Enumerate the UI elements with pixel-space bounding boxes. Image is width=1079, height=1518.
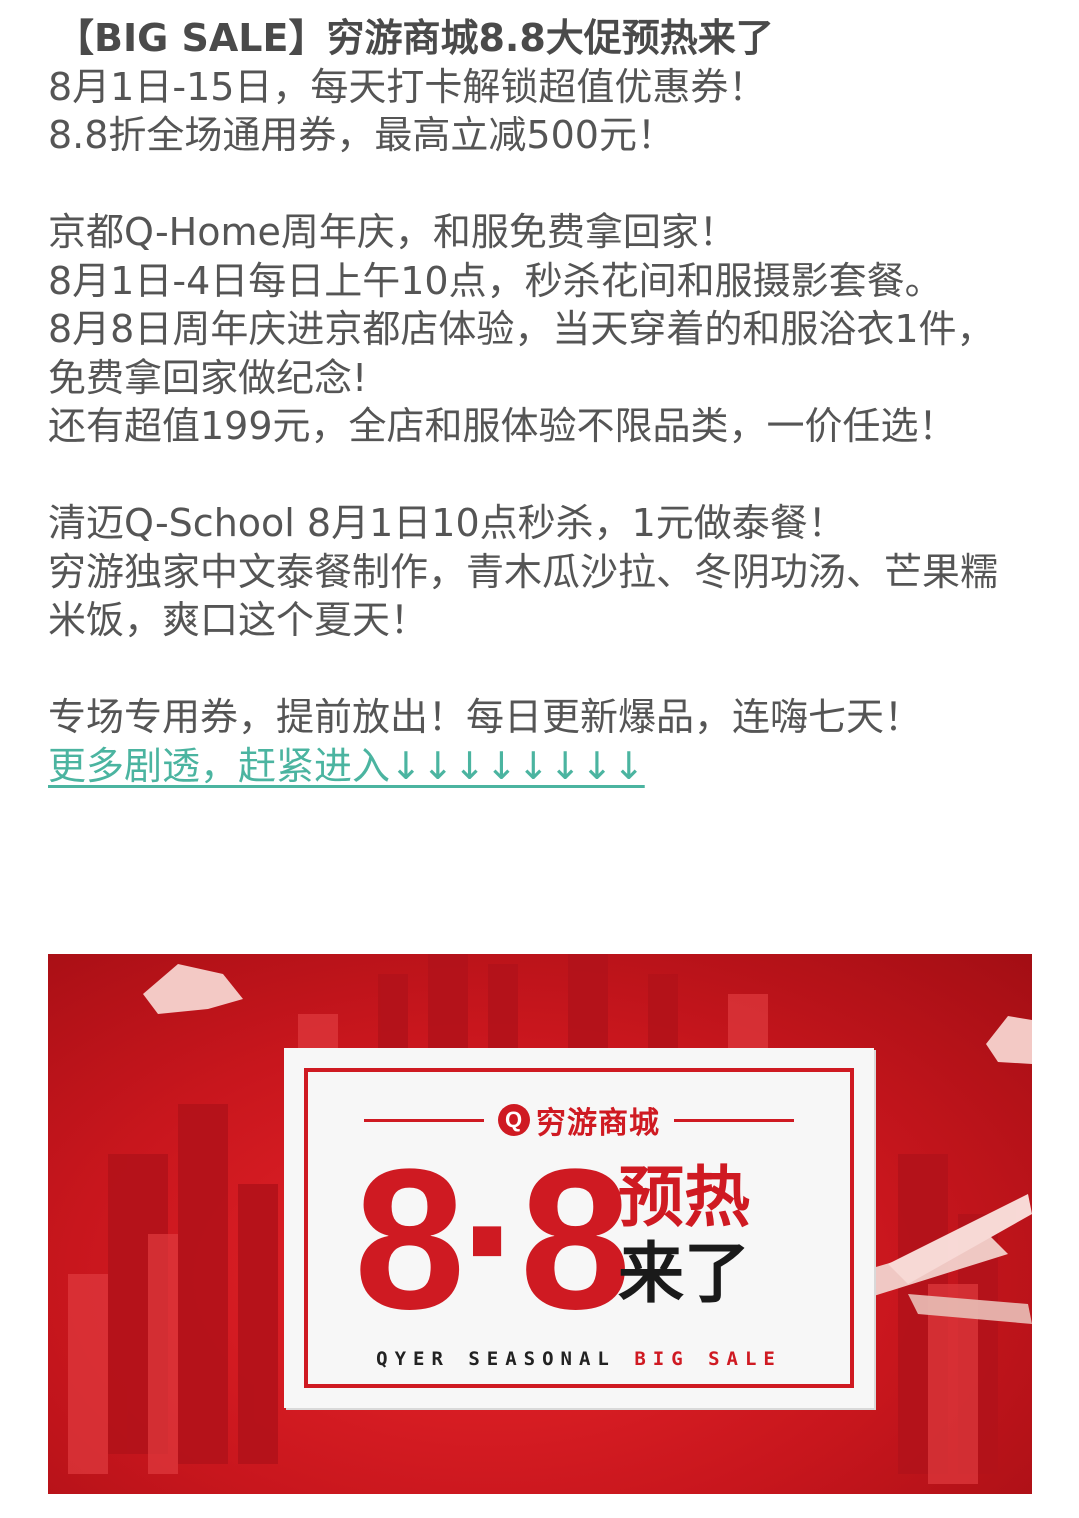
chiangmai-line-1: 清迈Q-School 8月1日10点秒杀，1元做泰餐！ (48, 501, 846, 545)
intro-line-2: 8.8折全场通用券，最高立减500元！ (48, 113, 675, 157)
kyoto-line-2: 8月1日-4日每日上午10点，秒杀花间和服摄影套餐。 (48, 258, 943, 303)
article-body: 【BIG SALE】穷游商城8.8大促预热来了 8月1日-15日，每天打卡解锁超… (48, 14, 1038, 790)
tagline-dark: QYER SEASONAL (376, 1348, 616, 1370)
intro-line-1: 8月1日-15日，每天打卡解锁超值优惠券！ (48, 64, 767, 109)
cloud-right (986, 1016, 1032, 1064)
divider (674, 1118, 794, 1122)
divider (364, 1118, 484, 1122)
more-spoilers-link[interactable]: 更多剧透，赶紧进入↓↓↓↓↓↓↓↓ (48, 742, 645, 791)
article-title: 【BIG SALE】穷游商城8.8大促预热来了 (56, 16, 774, 60)
promo-card: Q 穷游商城 8·8 预热 来了 QYER SEASONAL BIG SALE (284, 1048, 874, 1408)
kyoto-line-4: 还有超值199元，全店和服体验不限品类，一价任选！ (48, 404, 957, 448)
preheat-line-2: 来了 (618, 1235, 750, 1312)
chiangmai-line-2: 穷游独家中文泰餐制作，青木瓜沙拉、冬阴功汤、芒果糯米饭，爽口这个夏天！ (48, 549, 999, 643)
preheat-text: 预热 来了 (618, 1160, 818, 1312)
big-number-88: 8·8 (354, 1128, 631, 1351)
promo-banner[interactable]: Q 穷游商城 8·8 预热 来了 QYER SEASONAL BIG SALE (48, 954, 1032, 1494)
tagline: QYER SEASONAL BIG SALE (284, 1348, 874, 1370)
tagline-red: BIG SALE (634, 1348, 782, 1370)
cloud-left (143, 964, 243, 1014)
kyoto-line-3: 8月8日周年庆进京都店体验，当天穿着的和服浴衣1件，免费拿回家做纪念! (48, 307, 995, 400)
kyoto-line-1: 京都Q-Home周年庆，和服免费拿回家！ (48, 210, 737, 254)
closing-line: 专场专用券，提前放出！每日更新爆品，连嗨七天！ (48, 695, 923, 739)
preheat-line-1: 预热 (618, 1159, 750, 1236)
